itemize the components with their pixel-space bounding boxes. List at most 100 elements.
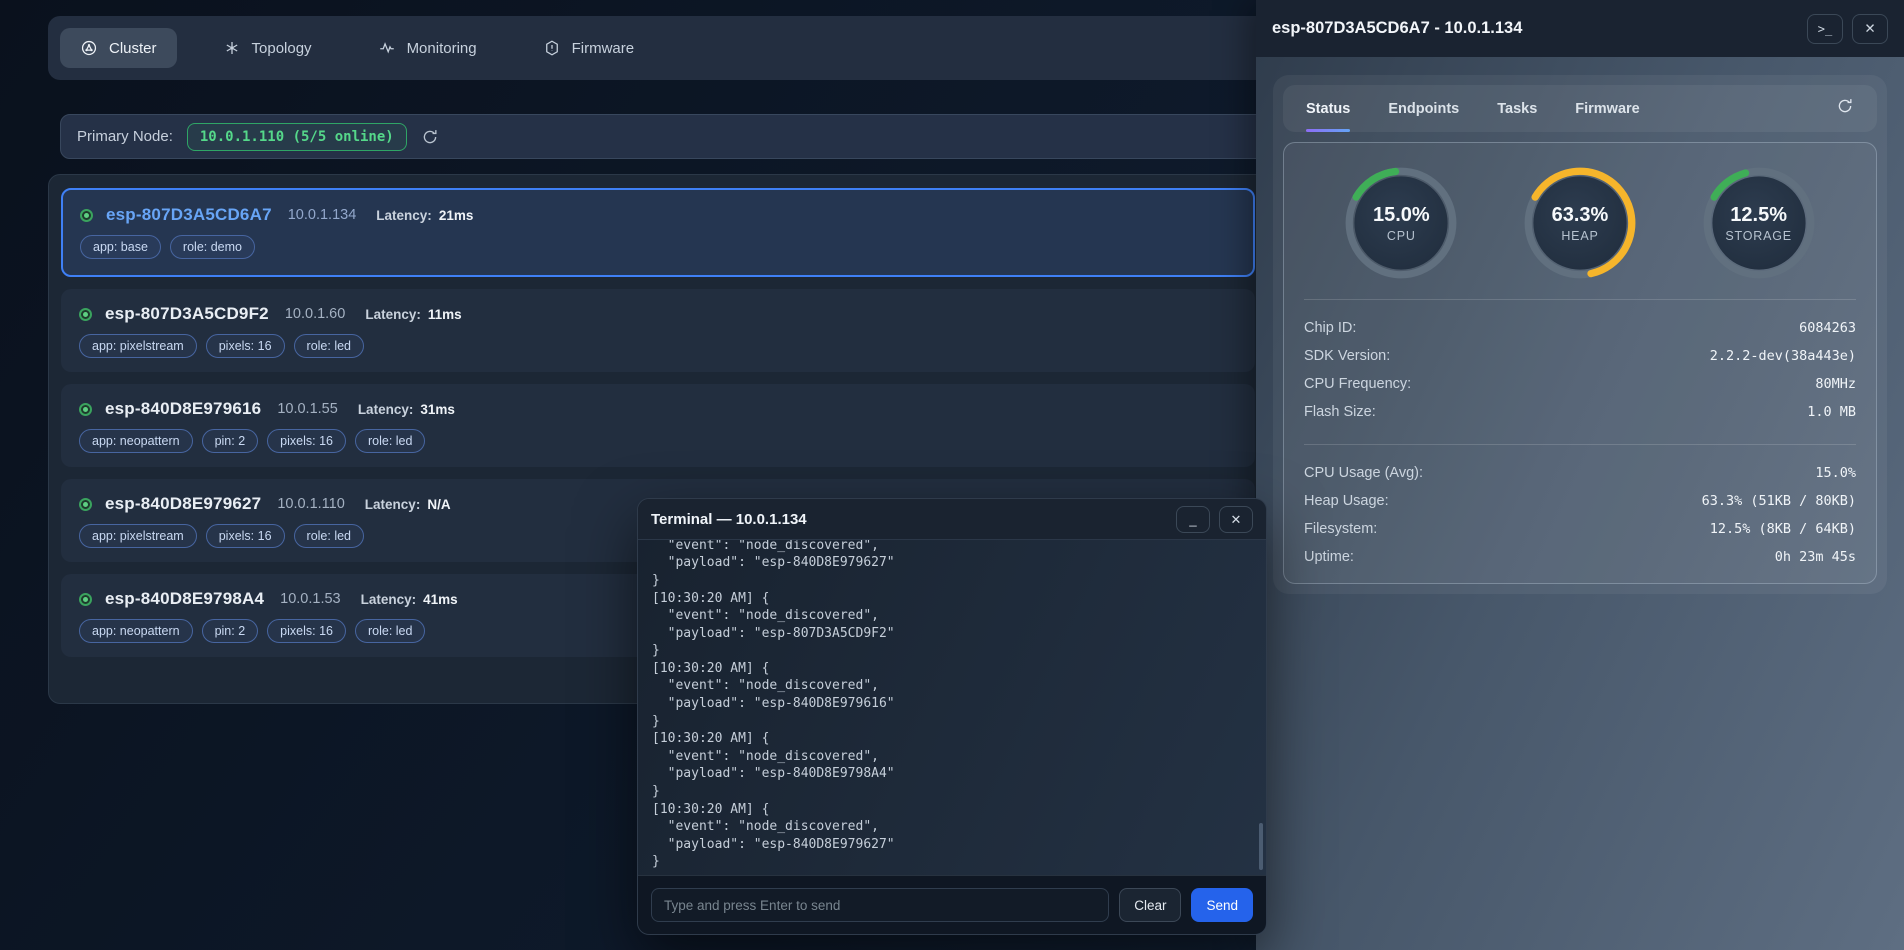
latency-label: Latency: [365, 497, 421, 512]
kv-value: 12.5% (8KB / 64KB) [1710, 521, 1856, 537]
terminal-scrollbar[interactable] [1259, 823, 1263, 870]
node-row-head: esp-807D3A5CD6A7 10.0.1.134 Latency: 21m… [80, 205, 1236, 225]
refresh-icon[interactable] [1836, 97, 1854, 115]
tab-tasks[interactable]: Tasks [1497, 85, 1537, 132]
nav-tab-label: Topology [252, 40, 312, 57]
gauge-label: CPU [1387, 229, 1416, 243]
gauge-label: HEAP [1561, 229, 1598, 243]
node-name: esp-807D3A5CD9F2 [105, 304, 269, 324]
panel-close-button[interactable]: ✕ [1852, 14, 1888, 44]
node-tag: role: led [294, 334, 364, 358]
topology-icon [223, 39, 241, 57]
kv-value: 6084263 [1799, 320, 1856, 336]
open-terminal-button[interactable]: >_ [1807, 14, 1843, 44]
node-ip: 10.0.1.53 [280, 591, 340, 607]
online-status-icon [80, 209, 93, 222]
close-icon: ✕ [1231, 513, 1242, 526]
tab-status[interactable]: Status [1306, 85, 1350, 132]
node-tag: pin: 2 [202, 619, 259, 643]
gauge-heap: 63.3% HEAP [1522, 165, 1638, 281]
node-name: esp-807D3A5CD6A7 [106, 205, 272, 225]
latency-value: 11ms [428, 307, 462, 322]
kv-label: CPU Usage (Avg): [1304, 465, 1423, 481]
node-ip: 10.0.1.55 [277, 401, 337, 417]
node-tag: app: base [80, 235, 161, 259]
terminal-log[interactable]: "event": "node_discovered", "payload": "… [638, 540, 1266, 875]
kv-value: 0h 23m 45s [1775, 549, 1856, 565]
panel-header: esp-807D3A5CD6A7 - 10.0.1.134 >_ ✕ [1256, 0, 1904, 57]
node-tag: app: pixelstream [79, 524, 197, 548]
gauge-label: STORAGE [1725, 229, 1792, 243]
online-status-icon [79, 498, 92, 511]
info-row-cpu-frequency: CPU Frequency: 80MHz [1302, 370, 1858, 398]
node-tag: pixels: 16 [267, 429, 346, 453]
latency-label: Latency: [365, 307, 421, 322]
node-row-esp-807D3A5CD6A7[interactable]: esp-807D3A5CD6A7 10.0.1.134 Latency: 21m… [61, 188, 1255, 277]
gauge-row: 15.0% CPU 63.3% [1302, 165, 1858, 281]
nav-tab-monitoring[interactable]: Monitoring [358, 28, 497, 68]
terminal-minimize-button[interactable]: _ [1176, 506, 1210, 533]
node-row-head: esp-840D8E979616 10.0.1.55 Latency: 31ms [79, 399, 1237, 419]
node-row-esp-840D8E979616[interactable]: esp-840D8E979616 10.0.1.55 Latency: 31ms… [61, 384, 1255, 467]
kv-value: 80MHz [1815, 376, 1856, 392]
nav-tab-label: Monitoring [407, 40, 477, 57]
kv-value: 15.0% [1815, 465, 1856, 481]
node-tag: pixels: 16 [206, 334, 285, 358]
node-tag: pin: 2 [202, 429, 259, 453]
nav-tab-label: Firmware [572, 40, 635, 57]
usage-row-cpu: CPU Usage (Avg): 15.0% [1302, 459, 1858, 487]
node-tag: role: led [355, 619, 425, 643]
terminal-close-button[interactable]: ✕ [1219, 506, 1253, 533]
kv-label: Chip ID: [1304, 320, 1356, 336]
firmware-icon [543, 39, 561, 57]
chip-info-group: Chip ID: 6084263 SDK Version: 2.2.2-dev(… [1302, 314, 1858, 426]
node-tags: app: base role: demo [80, 235, 1236, 259]
node-name: esp-840D8E9798A4 [105, 589, 264, 609]
node-tag: pixels: 16 [267, 619, 346, 643]
usage-row-filesystem: Filesystem: 12.5% (8KB / 64KB) [1302, 515, 1858, 543]
panel-body: Status Endpoints Tasks Firmware [1256, 57, 1904, 950]
node-tag: role: led [355, 429, 425, 453]
kv-label: Filesystem: [1304, 521, 1377, 537]
info-row-sdk-version: SDK Version: 2.2.2-dev(38a443e) [1302, 342, 1858, 370]
gauge-storage: 12.5% STORAGE [1701, 165, 1817, 281]
panel-tab-bar: Status Endpoints Tasks Firmware [1283, 85, 1877, 132]
nav-tab-firmware[interactable]: Firmware [523, 28, 655, 68]
clear-button[interactable]: Clear [1119, 888, 1181, 922]
send-button[interactable]: Send [1191, 888, 1253, 922]
latency-label: Latency: [361, 592, 417, 607]
terminal-header[interactable]: Terminal — 10.0.1.134 _ ✕ [638, 499, 1266, 540]
online-status-icon [79, 308, 92, 321]
nav-tab-label: Cluster [109, 40, 157, 57]
node-name: esp-840D8E979616 [105, 399, 261, 419]
primary-node-badge: 10.0.1.110 (5/5 online) [187, 123, 407, 151]
kv-label: Uptime: [1304, 549, 1354, 565]
nav-tab-topology[interactable]: Topology [203, 28, 332, 68]
usage-row-uptime: Uptime: 0h 23m 45s [1302, 543, 1858, 571]
monitoring-icon [378, 39, 396, 57]
node-tag: role: led [294, 524, 364, 548]
panel-section: Status Endpoints Tasks Firmware [1273, 75, 1887, 594]
gauge-value: 15.0% [1373, 204, 1430, 227]
tab-endpoints[interactable]: Endpoints [1388, 85, 1459, 132]
latency-value: 41ms [423, 592, 458, 607]
terminal-window: Terminal — 10.0.1.134 _ ✕ "event": "node… [637, 498, 1267, 935]
node-tag: app: neopattern [79, 619, 193, 643]
kv-value: 2.2.2-dev(38a443e) [1710, 348, 1856, 364]
usage-row-heap: Heap Usage: 63.3% (51KB / 80KB) [1302, 487, 1858, 515]
node-tag: role: demo [170, 235, 255, 259]
nav-tab-cluster[interactable]: Cluster [60, 28, 177, 68]
primary-node-label: Primary Node: [77, 128, 173, 145]
kv-label: SDK Version: [1304, 348, 1390, 364]
node-ip: 10.0.1.134 [288, 207, 357, 223]
tab-firmware[interactable]: Firmware [1575, 85, 1639, 132]
refresh-icon[interactable] [421, 128, 439, 146]
latency-value: 31ms [420, 402, 455, 417]
kv-label: Heap Usage: [1304, 493, 1389, 509]
kv-label: Flash Size: [1304, 404, 1376, 420]
terminal-command-input[interactable] [651, 888, 1109, 922]
kv-value: 63.3% (51KB / 80KB) [1702, 493, 1856, 509]
latency-label: Latency: [376, 208, 432, 223]
top-nav: Cluster Topology Monitoring Firmware [48, 16, 1268, 80]
node-row-esp-807D3A5CD9F2[interactable]: esp-807D3A5CD9F2 10.0.1.60 Latency: 11ms… [61, 289, 1255, 372]
